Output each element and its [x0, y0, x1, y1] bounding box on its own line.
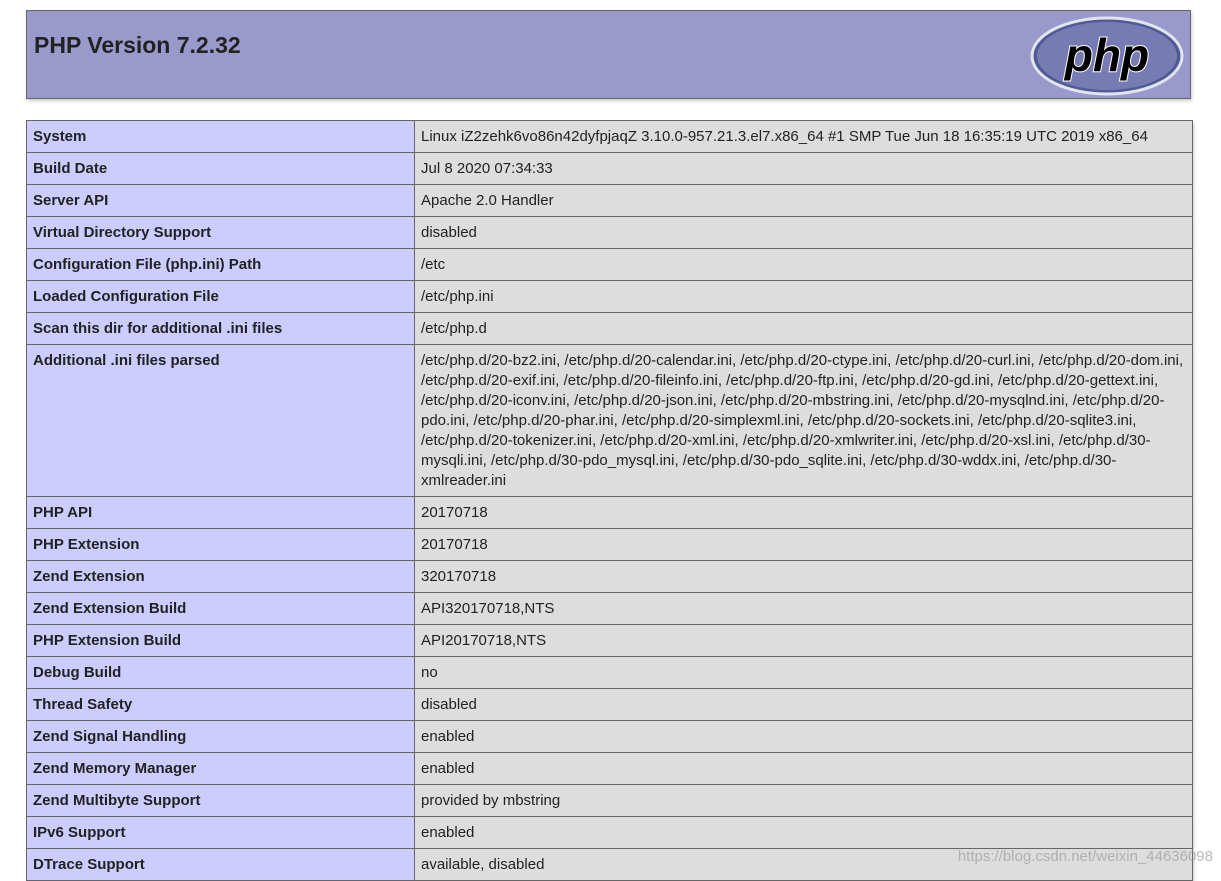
table-row: Loaded Configuration File/etc/php.ini — [26, 280, 1193, 313]
row-label: Scan this dir for additional .ini files — [26, 312, 415, 345]
table-row: Configuration File (php.ini) Path/etc — [26, 248, 1193, 281]
table-row: IPv6 Support enabled — [26, 816, 1193, 849]
row-value: /etc/php.d — [414, 312, 1193, 345]
table-row: Zend Signal Handling enabled — [26, 720, 1193, 753]
table-row: System Linux iZ2zehk6vo86n42dyfpjaqZ 3.10… — [26, 120, 1193, 153]
table-row: Build Date Jul 8 2020 07:34:33 — [26, 152, 1193, 185]
table-row: Zend Memory Manager enabled — [26, 752, 1193, 785]
row-label: System — [26, 120, 415, 153]
row-label: Zend Extension — [26, 560, 415, 593]
row-label: Zend Signal Handling — [26, 720, 415, 753]
row-value: disabled — [414, 216, 1193, 249]
row-value: Linux iZ2zehk6vo86n42dyfpjaqZ 3.10.0-957… — [414, 120, 1193, 153]
table-row: Debug Build no — [26, 656, 1193, 689]
row-label: Thread Safety — [26, 688, 415, 721]
table-row: PHP Extension 20170718 — [26, 528, 1193, 561]
row-value: 20170718 — [414, 496, 1193, 529]
row-value: 320170718 — [414, 560, 1193, 593]
table-row: Additional .ini files parsed/etc/php.d/2… — [26, 344, 1193, 497]
table-row: PHP Extension Build API20170718,NTS — [26, 624, 1193, 657]
row-label: Configuration File (php.ini) Path — [26, 248, 415, 281]
table-row: Zend Multibyte Support provided by mbstri… — [26, 784, 1193, 817]
row-label: PHP Extension — [26, 528, 415, 561]
row-label: Debug Build — [26, 656, 415, 689]
watermark: https://blog.csdn.net/weixin_44636098 — [957, 848, 1213, 865]
row-label: IPv6 Support — [26, 816, 415, 849]
table-row: PHP API 20170718 — [26, 496, 1193, 529]
page-title: PHP Version 7.2.32 — [34, 32, 241, 58]
row-label: Loaded Configuration File — [26, 280, 415, 313]
row-label: Zend Extension Build — [26, 592, 415, 625]
row-label: Zend Memory Manager — [26, 752, 415, 785]
row-value: no — [414, 656, 1193, 689]
row-value: Jul 8 2020 07:34:33 — [414, 152, 1193, 185]
row-value: enabled — [414, 720, 1193, 753]
row-label: Additional .ini files parsed — [26, 344, 415, 497]
phpinfo-table: System Linux iZ2zehk6vo86n42dyfpjaqZ 3.10… — [26, 120, 1193, 881]
table-row: Zend Extension 320170718 — [26, 560, 1193, 593]
row-value: enabled — [414, 816, 1193, 849]
row-label: Build Date — [26, 152, 415, 185]
row-value: API320170718,NTS — [414, 592, 1193, 625]
row-label: DTrace Support — [26, 848, 415, 881]
table-row: Scan this dir for additional .ini files /… — [26, 312, 1193, 345]
row-label: Server API — [26, 184, 415, 217]
table-row: Virtual Directory Support disabled — [26, 216, 1193, 249]
row-value: Apache 2.0 Handler — [414, 184, 1193, 217]
logo-text: php — [1063, 29, 1149, 81]
row-value: /etc — [414, 248, 1193, 281]
table-row: Zend Extension Build API320170718,NTS — [26, 592, 1193, 625]
row-value: /etc/php.d/20-bz2.ini, /etc/php.d/20-cal… — [414, 344, 1193, 497]
row-value: /etc/php.ini — [414, 280, 1193, 313]
table-row: Server API Apache 2.0 Handler — [26, 184, 1193, 217]
php-logo-icon[interactable]: php — [1030, 16, 1184, 96]
row-label: PHP Extension Build — [26, 624, 415, 657]
row-value: provided by mbstring — [414, 784, 1193, 817]
row-label: Virtual Directory Support — [26, 216, 415, 249]
row-value: disabled — [414, 688, 1193, 721]
row-value: 20170718 — [414, 528, 1193, 561]
row-label: PHP API — [26, 496, 415, 529]
row-label: Zend Multibyte Support — [26, 784, 415, 817]
row-value: API20170718,NTS — [414, 624, 1193, 657]
table-row: Thread Safety disabled — [26, 688, 1193, 721]
row-value: enabled — [414, 752, 1193, 785]
phpinfo-header: PHP Version 7.2.32 php — [26, 10, 1191, 99]
